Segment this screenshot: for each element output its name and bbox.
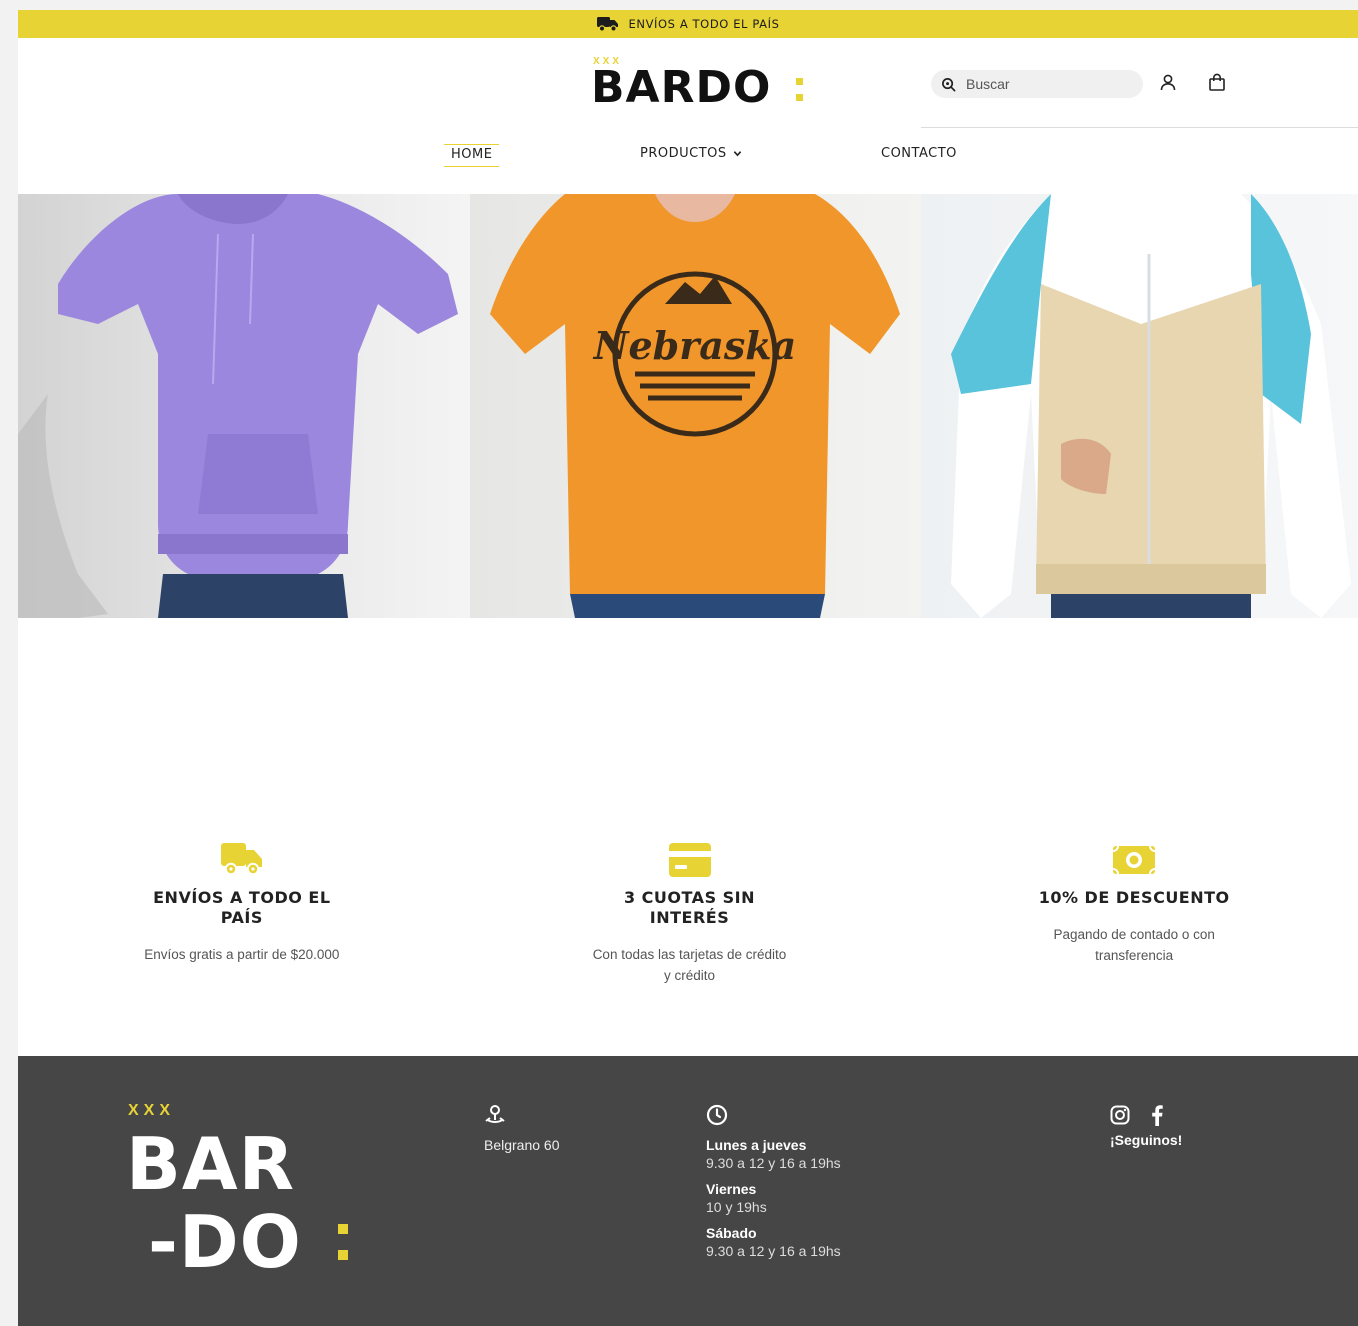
- feature-title: Envíos a todo el país: [153, 888, 331, 927]
- logo-colon: [796, 78, 803, 110]
- nav-productos[interactable]: Productos: [633, 144, 749, 165]
- nav-home[interactable]: Home: [444, 144, 500, 167]
- facebook-icon[interactable]: [1150, 1104, 1164, 1126]
- nav-productos-label: Productos: [640, 146, 727, 161]
- features-section: Envíos a todo el país Envíos gratis a pa…: [18, 840, 1358, 986]
- feature-text: Envíos gratis a partir de $20.000: [144, 947, 340, 962]
- hoodie-lila-illustration: [18, 194, 458, 618]
- footer-address: Belgrano 60: [484, 1104, 560, 1153]
- truck-icon: [596, 17, 618, 32]
- hours-day: Viernes: [706, 1181, 757, 1197]
- logo-text: BARDO: [591, 62, 772, 113]
- announcement-bar: Envíos a todo el país: [18, 10, 1358, 38]
- cash-icon: [1113, 845, 1156, 875]
- search-box[interactable]: [931, 70, 1143, 98]
- chevron-down-icon: [733, 151, 741, 157]
- feature-title: 10% de descuento: [1038, 888, 1230, 907]
- credit-card-icon: [668, 843, 711, 877]
- footer-logo-colon: [338, 1224, 348, 1276]
- footer-logo[interactable]: XXX BAR -DO: [126, 1102, 368, 1292]
- feature-descuento: 10% de descuento Pagando de contado o co…: [910, 840, 1358, 986]
- hero-image-tshirt-naranja[interactable]: Nebraska: [470, 194, 921, 618]
- feature-text: Pagando de contado o con transferencia: [1053, 927, 1215, 963]
- footer-hours: Lunes a jueves 9.30 a 12 y 16 a 19hs Vie…: [706, 1104, 841, 1261]
- feature-text: Con todas las tarjetas de crédito y créd…: [592, 947, 787, 983]
- hero-image-hoodie-lila[interactable]: [18, 194, 470, 618]
- hours-time: 9.30 a 12 y 16 a 19hs: [706, 1243, 841, 1259]
- hero-image-campera-beige[interactable]: [921, 194, 1358, 618]
- footer-logo-prefix: XXX: [128, 1102, 176, 1119]
- brand-logo[interactable]: XXX BARDO: [591, 56, 811, 116]
- hero-gallery: Nebraska: [18, 194, 1358, 618]
- header: XXX BARDO: [18, 38, 1358, 128]
- hours-day: Lunes a jueves: [706, 1137, 807, 1153]
- feature-title: 3 cuotas sin interés: [623, 888, 756, 927]
- user-icon[interactable]: [1157, 71, 1179, 93]
- main-nav: Home Productos Contacto: [18, 128, 1358, 194]
- truck-icon: [220, 843, 262, 876]
- nav-contacto[interactable]: Contacto: [874, 144, 964, 165]
- hours-time: 10 y 19hs: [706, 1199, 767, 1215]
- search-input[interactable]: [966, 76, 1126, 92]
- page: Envíos a todo el país XXX BARDO: [18, 10, 1358, 1326]
- footer-logo-line2: -DO: [148, 1200, 302, 1284]
- clock-icon: [706, 1104, 728, 1126]
- footer-address-text: Belgrano 60: [484, 1137, 560, 1153]
- shopping-bag-icon[interactable]: [1206, 71, 1228, 93]
- tshirt-naranja-illustration: Nebraska: [490, 194, 900, 618]
- footer-logo-line1: BAR: [126, 1122, 296, 1206]
- announcement-text: Envíos a todo el país: [628, 17, 780, 31]
- instagram-icon[interactable]: [1110, 1105, 1130, 1125]
- feature-cuotas: 3 cuotas sin interés Con todas las tarje…: [466, 840, 914, 986]
- search-icon: [942, 77, 956, 91]
- footer-social: ¡Seguinos!: [1110, 1104, 1182, 1148]
- footer: XXX BAR -DO Belgrano 60 Lunes a jueves 9…: [18, 1056, 1358, 1326]
- campera-beige-illustration: [951, 194, 1351, 618]
- social-label: ¡Seguinos!: [1110, 1132, 1183, 1148]
- feature-envios: Envíos a todo el país Envíos gratis a pa…: [18, 840, 466, 986]
- hours-time: 9.30 a 12 y 16 a 19hs: [706, 1155, 841, 1171]
- map-pin-icon: [485, 1105, 505, 1123]
- tshirt-print-text: Nebraska: [593, 323, 796, 368]
- hours-day: Sábado: [706, 1225, 757, 1241]
